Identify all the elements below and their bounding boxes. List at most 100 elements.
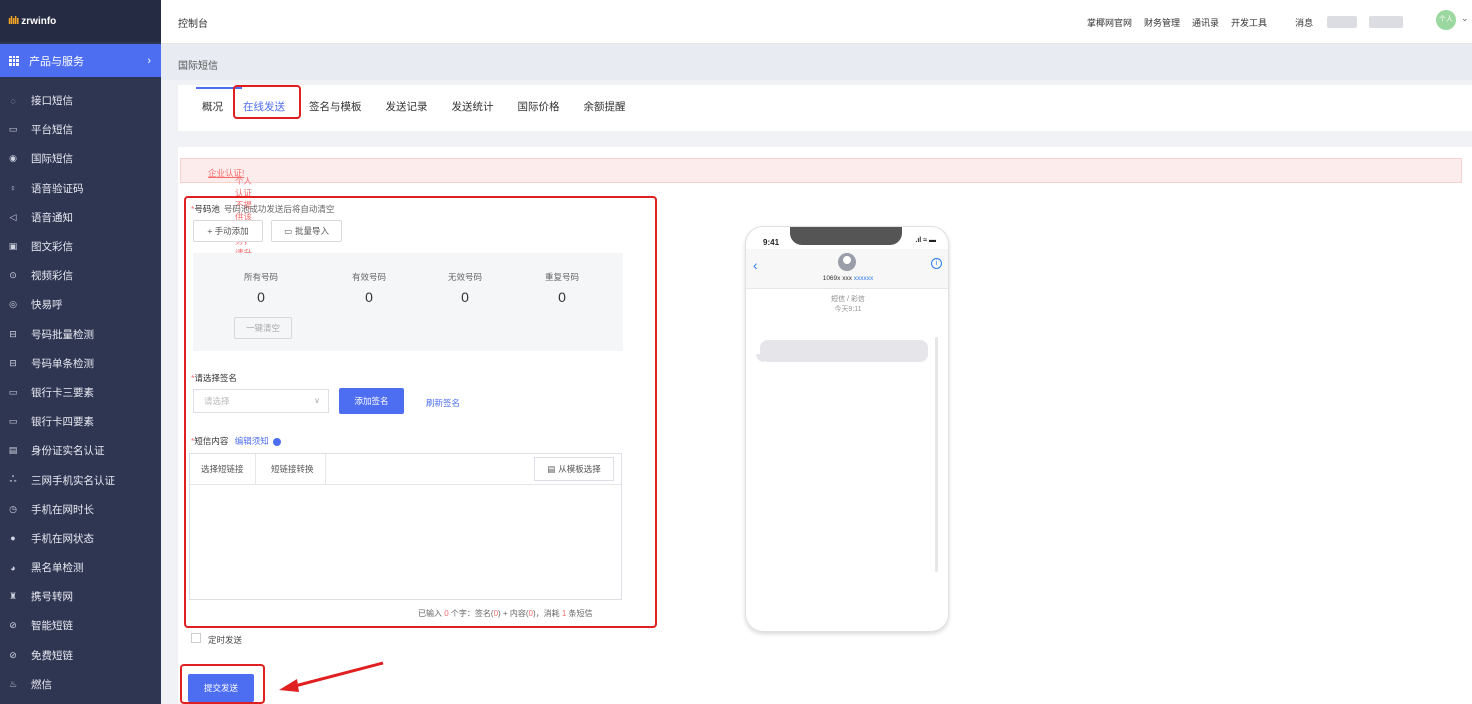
top-nav-messages[interactable]: 消息 (1295, 16, 1313, 29)
tab-send-records[interactable]: 发送记录 (386, 85, 428, 131)
page-section-title: 控制台 (178, 19, 208, 30)
speaker-icon: ◁ (9, 211, 17, 222)
message-type: 短信 / 彩信 (831, 296, 865, 303)
tab-intl-price[interactable]: 国际价格 (518, 85, 560, 131)
account-name-redacted (1327, 16, 1358, 28)
sidebar-item-label: 快易呼 (31, 299, 63, 312)
top-nav-official-site[interactable]: 掌椰网官网 (1087, 16, 1132, 29)
sidebar-item[interactable]: ஃ 三网手机实名认证 (0, 465, 161, 494)
sidebar-item-label: 号码批量检测 (31, 328, 94, 341)
microphone-icon: ♀ (9, 183, 17, 194)
logo-text: zrwinfo (21, 15, 57, 27)
sidebar-item-label: 视频彩信 (31, 270, 73, 283)
phone-notch (790, 227, 902, 245)
image-icon: ▣ (8, 241, 18, 252)
breadcrumb-current: 国际短信 (178, 61, 218, 72)
sidebar-item-label: 接口短信 (31, 95, 73, 108)
sidebar-item[interactable]: ⊘ 免费短链 (0, 641, 161, 670)
transfer-icon: ♜ (8, 591, 18, 602)
scheduled-send-label: 定时发送 (208, 635, 243, 645)
sidebar-item-label: 黑名单检测 (31, 562, 84, 575)
avatar[interactable]: 个人 (1436, 10, 1456, 30)
phone-preview: 9:41 .ıl ≈ ▬ ‹ 1069x xxx xxxxxx i 短信 / 彩… (745, 226, 949, 632)
sidebar-item-label: 国际短信 (31, 153, 73, 166)
sidebar-menu: ◌ 接口短信 ▭ 平台短信 ◉ 国际短信 ♀ 语音验证码 ◁ 语音通知 ▣ 图文彩信 ⊙ 视频彩信 ◎ 快易呼… (0, 86, 161, 699)
status-icon: ● (10, 533, 16, 544)
sidebar-item-label: 银行卡四要素 (31, 416, 94, 429)
sidebar-item-label: 平台短信 (31, 124, 73, 137)
highlight-box-form (184, 196, 657, 628)
message-bubble (756, 340, 928, 362)
topbar: 控制台 掌椰网官网 财务管理 通讯录 开发工具 消息 个人 ⌄ (161, 0, 1472, 44)
phone-call-icon: ◎ (9, 299, 17, 310)
sidebar-item[interactable]: ♨ 燃信 (0, 670, 161, 699)
sidebar-item[interactable]: ♜ 携号转网 (0, 582, 161, 611)
link-icon: ⊘ (9, 620, 17, 631)
tab-signature-template[interactable]: 签名与模板 (309, 85, 362, 131)
products-services-menu[interactable]: 产品与服务 › (0, 44, 161, 77)
flame-icon: ♨ (8, 678, 18, 689)
highlight-box-submit (180, 664, 265, 704)
card-four-icon: ▭ (8, 416, 18, 427)
message-icon: ▭ (8, 124, 18, 135)
sidebar-item-label: 银行卡三要素 (31, 386, 94, 399)
sidebar-item[interactable]: ▭ 银行卡三要素 (0, 378, 161, 407)
sidebar-item[interactable]: ⊘ 智能短链 (0, 611, 161, 640)
upgrade-alert: 个人认证不提供该服务，请升级为 企业认证! (180, 158, 1462, 270)
sidebar-item-label: 语音验证码 (31, 182, 84, 195)
globe-icon: ◉ (9, 153, 17, 164)
sidebar-item[interactable]: ⊙ 视频彩信 (0, 261, 161, 290)
sidebar-item[interactable]: ⊟ 号码批量检测 (0, 320, 161, 349)
sidebar-item-label: 智能短链 (31, 620, 73, 633)
message-time: 今天9:11 (834, 306, 862, 313)
sender-number: 1069x xxx xxxxxx (822, 275, 874, 282)
sidebar: ılılı zrwinfo 产品与服务 › ◌ 接口短信 ▭ 平台短信 ◉ 国际短信 ♀ 语音… (0, 0, 161, 704)
sidebar-item-label: 携号转网 (31, 591, 73, 604)
sidebar-item-label: 手机在网时长 (31, 503, 94, 516)
tab-overview[interactable]: 概况 (202, 85, 223, 131)
sidebar-item[interactable]: ◕ 黑名单检测 (0, 553, 161, 582)
top-nav-finance[interactable]: 财务管理 (1144, 16, 1180, 29)
sidebar-item[interactable]: ◌ 接口短信 (0, 86, 161, 115)
chevron-down-icon[interactable]: ⌄ (1461, 13, 1469, 24)
sidebar-item[interactable]: ▣ 图文彩信 (0, 232, 161, 261)
highlight-box-tab (233, 85, 301, 119)
top-nav-dev-tools[interactable]: 开发工具 (1231, 16, 1267, 29)
sidebar-item[interactable]: ▤ 身份证实名认证 (0, 436, 161, 465)
scheduled-send-checkbox[interactable] (191, 633, 201, 643)
logo[interactable]: ılılı zrwinfo (0, 0, 161, 42)
back-chevron-icon: ‹ (753, 257, 758, 273)
sidebar-item[interactable]: ◷ 手机在网时长 (0, 495, 161, 524)
sidebar-item[interactable]: ▭ 银行卡四要素 (0, 407, 161, 436)
sidebar-item-label: 身份证实名认证 (31, 445, 105, 458)
sidebar-item[interactable]: ▭ 平台短信 (0, 115, 161, 144)
free-link-icon: ⊘ (9, 649, 17, 660)
sidebar-item-label: 燃信 (31, 678, 52, 691)
sidebar-item[interactable]: ♀ 语音验证码 (0, 174, 161, 203)
tabs-card: 概况 在线发送 签名与模板 发送记录 发送统计 国际价格 余额提醒 (178, 85, 1472, 131)
scan-single-icon: ⊟ (9, 357, 17, 368)
sidebar-item-label: 免费短链 (31, 649, 73, 662)
sidebar-item-label: 图文彩信 (31, 241, 73, 254)
tab-balance-reminder[interactable]: 余额提醒 (584, 85, 626, 131)
sidebar-item[interactable]: ◎ 快易呼 (0, 290, 161, 319)
clock-icon: ◷ (9, 503, 17, 514)
sidebar-item[interactable]: ◁ 语音通知 (0, 203, 161, 232)
logo-mark-icon: ılılı (8, 15, 19, 27)
card-icon: ▭ (8, 386, 18, 397)
phone-scrollbar (935, 337, 938, 572)
account-id-redacted (1369, 16, 1404, 28)
sidebar-item[interactable]: ● 手机在网状态 (0, 524, 161, 553)
scan-icon: ⊟ (9, 328, 17, 339)
sidebar-item[interactable]: ⊟ 号码单条检测 (0, 349, 161, 378)
phone-conversation-header: ‹ 1069x xxx xxxxxx i (746, 249, 948, 289)
chevron-right-icon: › (147, 54, 151, 67)
top-nav-contacts[interactable]: 通讯录 (1192, 16, 1219, 29)
sidebar-item[interactable]: ◉ 国际短信 (0, 144, 161, 173)
breadcrumb: 国际短信 (161, 44, 1472, 80)
sidebar-item-label: 语音通知 (31, 211, 73, 224)
top-nav: 掌椰网官网 财务管理 通讯录 开发工具 消息 (1087, 16, 1415, 29)
tab-send-stats[interactable]: 发送统计 (452, 85, 494, 131)
chat-bubble-icon: ◌ (10, 95, 16, 106)
signal-wifi-battery-icon: .ıl ≈ ▬ (915, 237, 936, 244)
